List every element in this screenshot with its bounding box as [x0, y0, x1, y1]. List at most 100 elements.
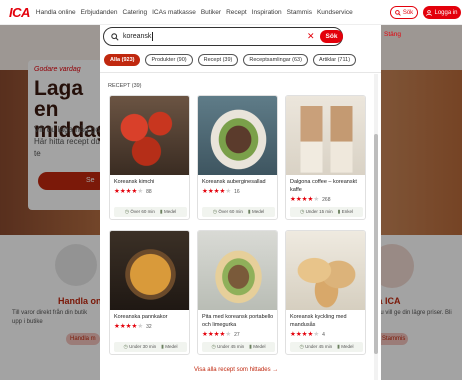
nav-link-matkasse[interactable]: ICAs matkasse: [152, 9, 196, 16]
star-icon: ★: [225, 331, 232, 338]
star-icon: ★: [313, 331, 320, 338]
clock-icon: ◷: [211, 344, 216, 350]
recipe-image: [198, 231, 277, 310]
filter-chip-produkter[interactable]: Produkter (90): [145, 54, 193, 66]
header-search-label: Sök: [402, 9, 414, 16]
rating-count: 27: [234, 331, 240, 338]
close-search-button[interactable]: Stäng: [384, 31, 401, 38]
nav-link-catering[interactable]: Catering: [123, 9, 148, 16]
rating: ★ ★ ★ ★ ★ 268: [290, 196, 330, 203]
recipe-time: Under 30 min: [129, 344, 157, 349]
rating-count: 4: [322, 331, 325, 338]
clock-icon: ◷: [123, 344, 128, 350]
clock-icon: ◷: [212, 209, 218, 215]
star-icon: ★: [225, 188, 232, 195]
login-button[interactable]: Logga in: [423, 6, 461, 19]
recipe-card[interactable]: Pita med koreansk portabello och limegur…: [197, 230, 278, 355]
recipe-card[interactable]: Koreansk auberginesallad ★ ★ ★ ★ ★ 16 ◷ Över…: [197, 95, 278, 220]
clock-icon: ◷: [300, 209, 305, 215]
search-submit-button[interactable]: Sök: [320, 30, 343, 43]
star-icon: ★: [137, 188, 144, 195]
search-input[interactable]: koreansk ✕ Sök: [103, 27, 343, 46]
recipe-level: Medel: [253, 344, 266, 349]
rating-count: 88: [146, 188, 152, 195]
scrollbar-thumb[interactable]: [374, 134, 378, 354]
nav-link-kundservice[interactable]: Kundservice: [317, 9, 353, 16]
recipe-level: Medel: [341, 344, 354, 349]
recipe-meta: ◷ Under 15 min ▮ Enkel: [290, 207, 363, 217]
filter-chips: Alla (923) Produkter (90) Recept (39) Re…: [104, 54, 357, 66]
recipe-meta: ◷ Över 60 min ▮ Medel: [202, 207, 275, 217]
user-icon: [426, 9, 433, 16]
recipe-meta: ◷ Under 45 min ▮ Medel: [290, 342, 363, 352]
difficulty-icon: ▮: [249, 344, 252, 350]
recipe-time: Under 45 min: [305, 344, 333, 349]
search-results-panel: Alla (923) Produkter (90) Recept (39) Re…: [100, 48, 381, 380]
recipe-meta: ◷ Över 60 min ▮ Medel: [114, 207, 187, 217]
recipe-image: [110, 231, 189, 310]
nav-link-erbjudanden[interactable]: Erbjudanden: [81, 9, 118, 16]
rating-count: 16: [234, 188, 240, 195]
recipe-meta: ◷ Under 30 min ▮ Medel: [114, 342, 187, 352]
nav-link-recept[interactable]: Recept: [226, 9, 247, 16]
ica-logo[interactable]: ICA: [9, 5, 30, 20]
recipe-card[interactable]: Dalgona coffee – koreanskt kaffe ★ ★ ★ ★ ★ 2…: [285, 95, 366, 220]
star-icon: ★: [137, 323, 144, 330]
nav-link-butiker[interactable]: Butiker: [201, 9, 221, 16]
recipe-card[interactable]: Koreanska pannkakor ★ ★ ★ ★ ★ 32 ◷ Under 30 …: [109, 230, 190, 355]
recipe-image: [198, 96, 277, 175]
recipe-time: Över 60 min: [218, 209, 243, 214]
login-label: Logga in: [434, 9, 458, 16]
recipe-time: Under 45 min: [217, 344, 245, 349]
search-header: koreansk ✕ Sök: [100, 25, 381, 48]
star-icon: ★: [313, 196, 320, 203]
rating-count: 268: [322, 196, 331, 203]
rating: ★ ★ ★ ★ ★ 88: [114, 188, 152, 195]
text-caret: [152, 32, 154, 41]
difficulty-icon: ▮: [337, 209, 341, 215]
recipe-level: Medel: [165, 344, 178, 349]
recipe-title: Koreansk kimchi: [114, 179, 155, 185]
filter-chip-alla[interactable]: Alla (923): [104, 54, 141, 66]
recipe-image: [286, 96, 365, 175]
recipe-level: Medel: [163, 209, 177, 214]
search-icon: [394, 9, 401, 16]
difficulty-icon: ▮: [247, 209, 251, 215]
filter-chip-artiklar[interactable]: Artiklar (711): [312, 54, 357, 66]
difficulty-icon: ▮: [337, 344, 340, 350]
search-icon: [111, 32, 119, 41]
nav-link-handla-online[interactable]: Handla online: [36, 9, 76, 16]
recipe-level: Enkel: [341, 209, 353, 214]
recipe-title: Koreanska pannkakor: [114, 314, 168, 320]
recipe-title: Pita med koreansk portabello och limegur…: [202, 314, 274, 328]
difficulty-icon: ▮: [161, 344, 164, 350]
header-search-button[interactable]: Sök: [390, 6, 418, 19]
rating: ★ ★ ★ ★ ★ 32: [114, 323, 152, 330]
recipe-level: Medel: [251, 209, 265, 214]
recipe-title: Dalgona coffee – koreanskt kaffe: [290, 179, 357, 193]
rating: ★ ★ ★ ★ ★ 16: [202, 188, 240, 195]
filter-chip-recept[interactable]: Recept (39): [197, 54, 239, 66]
recipe-title: Koreansk auberginesallad: [202, 179, 266, 185]
recipe-time: Under 15 min: [305, 209, 333, 214]
recipe-title: Koreansk kyckling med mandusås: [290, 314, 347, 328]
clear-icon[interactable]: ✕: [307, 31, 315, 42]
difficulty-icon: ▮: [159, 209, 163, 215]
clock-icon: ◷: [299, 344, 304, 350]
recipe-meta: ◷ Under 45 min ▮ Medel: [202, 342, 275, 352]
recipe-card[interactable]: Koreansk kimchi ★ ★ ★ ★ ★ 88 ◷ Över 60 min ▮…: [109, 95, 190, 220]
filter-chip-receptsamlingar[interactable]: Receptsamlingar (63): [243, 54, 308, 66]
divider: [100, 72, 381, 73]
rating: ★ ★ ★ ★ ★ 4: [290, 331, 325, 338]
rating: ★ ★ ★ ★ ★ 27: [202, 331, 240, 338]
show-all-recipes-link[interactable]: Visa alla recept som hittades →: [194, 367, 278, 373]
clock-icon: ◷: [124, 209, 130, 215]
section-label: RECEPT (39): [108, 83, 142, 89]
recipe-image: [110, 96, 189, 175]
recipe-card[interactable]: Koreansk kyckling med mandusås ★ ★ ★ ★ ★ 4 ◷…: [285, 230, 366, 355]
recipe-image: [286, 231, 365, 310]
rating-count: 32: [146, 323, 152, 330]
nav-link-inspiration[interactable]: Inspiration: [252, 9, 282, 16]
nav-link-stammis[interactable]: Stammis: [287, 9, 312, 16]
recipe-time: Över 60 min: [130, 209, 155, 214]
